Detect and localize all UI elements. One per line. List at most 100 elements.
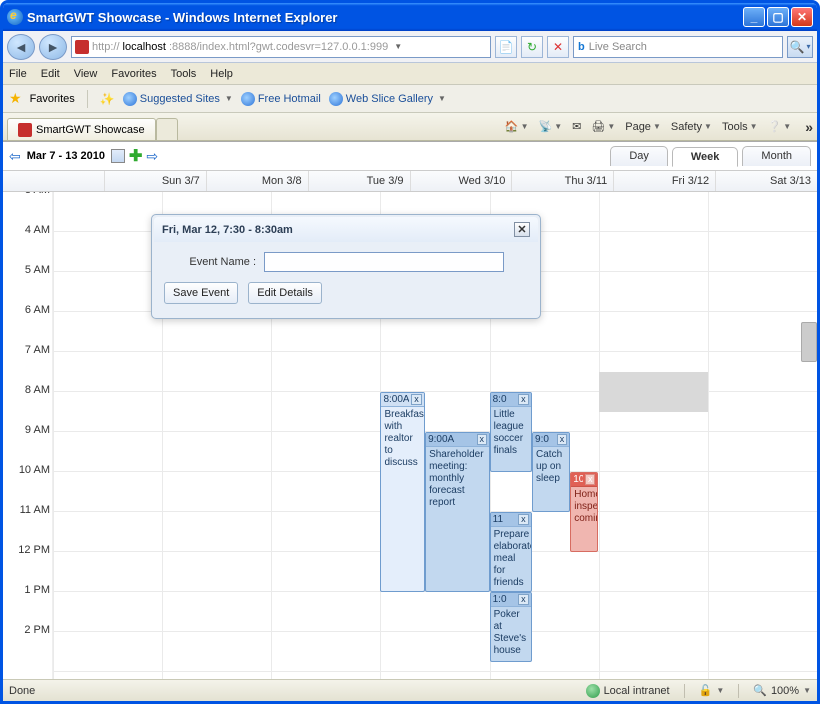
safety-menu[interactable]: Safety▼ bbox=[671, 121, 712, 133]
menu-favorites[interactable]: Favorites bbox=[111, 68, 156, 80]
event-name-input[interactable] bbox=[264, 252, 504, 272]
tab-month[interactable]: Month bbox=[742, 146, 811, 166]
event-breakfast[interactable]: 8:00Ax Breakfast with realtor to discuss bbox=[380, 392, 424, 592]
site-favicon bbox=[75, 40, 89, 54]
event-poker[interactable]: 1:0x Poker at Steve's house bbox=[490, 592, 532, 662]
prev-week-button[interactable]: ⇦ bbox=[9, 148, 21, 165]
close-button[interactable]: ✕ bbox=[791, 7, 813, 27]
close-icon[interactable]: x bbox=[477, 434, 488, 445]
hour-label: 1 PM bbox=[10, 584, 50, 596]
tab-favicon bbox=[18, 123, 32, 137]
hour-label: 6 AM bbox=[10, 304, 50, 316]
home-button[interactable]: 🏠▼ bbox=[505, 120, 529, 133]
tab-current[interactable]: SmartGWT Showcase bbox=[7, 118, 156, 140]
dialog-close-button[interactable]: ✕ bbox=[514, 222, 530, 237]
day-header[interactable]: Tue 3/9 bbox=[308, 171, 410, 191]
search-go-button[interactable]: 🔍▾ bbox=[787, 36, 813, 58]
menu-bar: File Edit View Favorites Tools Help bbox=[3, 63, 817, 85]
zoom-control[interactable]: 🔍 100% ▼ bbox=[753, 684, 811, 697]
compat-button[interactable]: 📄 bbox=[495, 36, 517, 58]
status-text: Done bbox=[9, 685, 35, 697]
print-button[interactable]: 🖨▼ bbox=[591, 120, 615, 133]
dialog-title: Fri, Mar 12, 7:30 - 8:30am bbox=[162, 224, 293, 236]
menu-help[interactable]: Help bbox=[210, 68, 233, 80]
status-bar: Done Local intranet 🔓▼ 🔍 100% ▼ bbox=[3, 679, 817, 701]
day-header[interactable]: Fri 3/12 bbox=[613, 171, 715, 191]
day-header[interactable]: Wed 3/10 bbox=[410, 171, 512, 191]
add-fav-icon[interactable]: ✨ bbox=[100, 92, 115, 106]
day-header[interactable]: Thu 3/11 bbox=[511, 171, 613, 191]
time-selection[interactable] bbox=[599, 372, 708, 412]
favorites-star-icon[interactable]: ★ bbox=[9, 90, 22, 107]
menu-edit[interactable]: Edit bbox=[41, 68, 60, 80]
event-prepare-meal[interactable]: 11x Prepare elaborate meal for friends bbox=[490, 512, 532, 592]
forward-button[interactable]: ► bbox=[39, 34, 67, 60]
day-header[interactable]: Sat 3/13 bbox=[715, 171, 817, 191]
event-soccer[interactable]: 8:0x Little league soccer finals bbox=[490, 392, 532, 472]
rss-icon: 📡 bbox=[539, 120, 553, 133]
address-dropdown[interactable]: ▼ bbox=[391, 38, 405, 56]
url-scheme: http:// bbox=[92, 41, 120, 53]
event-home-inspect[interactable]: 10x Home inspect coming bbox=[570, 472, 598, 552]
close-icon[interactable]: x bbox=[518, 594, 529, 605]
mail-button[interactable]: ✉ bbox=[572, 120, 581, 133]
calendar-range-label: Mar 7 - 13 2010 bbox=[27, 150, 105, 162]
scrollbar-thumb[interactable] bbox=[801, 322, 817, 362]
address-bar[interactable]: http://localhost:8888/index.html?gwt.cod… bbox=[71, 36, 491, 58]
stop-button[interactable]: ✕ bbox=[547, 36, 569, 58]
hour-label: 10 AM bbox=[10, 464, 50, 476]
close-icon[interactable]: x bbox=[585, 474, 596, 485]
protected-mode-button[interactable]: 🔓▼ bbox=[699, 684, 725, 697]
free-hotmail-link[interactable]: Free Hotmail bbox=[241, 92, 321, 106]
menu-view[interactable]: View bbox=[74, 68, 98, 80]
day-header[interactable]: Mon 3/8 bbox=[206, 171, 308, 191]
menu-file[interactable]: File bbox=[9, 68, 27, 80]
tab-day[interactable]: Day bbox=[610, 146, 668, 166]
quick-event-dialog: Fri, Mar 12, 7:30 - 8:30am ✕ Event Name … bbox=[151, 214, 541, 319]
date-picker-icon[interactable] bbox=[111, 149, 125, 163]
tab-week[interactable]: Week bbox=[672, 147, 739, 167]
maximize-button[interactable]: ▢ bbox=[767, 7, 789, 27]
close-icon[interactable]: x bbox=[518, 394, 529, 405]
feeds-button[interactable]: 📡▼ bbox=[539, 120, 563, 133]
favorites-label[interactable]: Favorites bbox=[30, 93, 75, 105]
hour-label: 7 AM bbox=[10, 344, 50, 356]
mail-icon: ✉ bbox=[572, 120, 581, 133]
event-shareholders[interactable]: 9:00Ax Shareholder meeting: monthly fore… bbox=[425, 432, 490, 592]
calendar-header-row: Sun 3/7 Mon 3/8 Tue 3/9 Wed 3/10 Thu 3/1… bbox=[3, 170, 817, 192]
edit-details-button[interactable]: Edit Details bbox=[248, 282, 322, 304]
url-rest: :8888/index.html?gwt.codesvr=127.0.0.1:9… bbox=[169, 41, 388, 53]
web-slice-link[interactable]: Web Slice Gallery▼ bbox=[329, 92, 446, 106]
save-event-button[interactable]: Save Event bbox=[164, 282, 238, 304]
search-box[interactable]: b Live Search bbox=[573, 36, 783, 58]
add-event-button[interactable]: ✚ bbox=[129, 146, 142, 166]
next-week-button[interactable]: ⇨ bbox=[146, 148, 158, 165]
refresh-button[interactable]: ↻ bbox=[521, 36, 543, 58]
tab-title: SmartGWT Showcase bbox=[36, 124, 145, 136]
suggested-sites-link[interactable]: Suggested Sites▼ bbox=[123, 92, 233, 106]
event-catch-up-sleep[interactable]: 9:0x Catch up on sleep bbox=[532, 432, 570, 512]
day-header[interactable]: Sun 3/7 bbox=[104, 171, 206, 191]
hour-label: 12 PM bbox=[10, 544, 50, 556]
event-name-label: Event Name : bbox=[164, 256, 256, 268]
minimize-button[interactable]: _ bbox=[743, 7, 765, 27]
search-placeholder: Live Search bbox=[589, 41, 647, 53]
security-zone[interactable]: Local intranet bbox=[586, 684, 670, 698]
new-tab-button[interactable] bbox=[156, 118, 178, 140]
ie-small-icon bbox=[123, 92, 137, 106]
printer-icon: 🖨 bbox=[591, 120, 605, 133]
close-icon[interactable]: x bbox=[557, 434, 568, 445]
page-menu[interactable]: Page▼ bbox=[625, 121, 661, 133]
overflow-button[interactable]: » bbox=[805, 119, 813, 135]
back-button[interactable]: ◄ bbox=[7, 34, 35, 60]
close-icon[interactable]: x bbox=[411, 394, 422, 405]
help-button[interactable]: ❔▼ bbox=[768, 120, 792, 133]
home-icon: 🏠 bbox=[505, 120, 519, 133]
command-bar: SmartGWT Showcase 🏠▼ 📡▼ ✉ 🖨▼ Page▼ Safet… bbox=[3, 113, 817, 141]
hour-label: 8 AM bbox=[10, 384, 50, 396]
close-icon[interactable]: x bbox=[518, 514, 529, 525]
menu-tools[interactable]: Tools bbox=[171, 68, 197, 80]
tools-menu[interactable]: Tools▼ bbox=[722, 121, 758, 133]
url-host: localhost bbox=[123, 41, 166, 53]
ie-small-icon bbox=[241, 92, 255, 106]
